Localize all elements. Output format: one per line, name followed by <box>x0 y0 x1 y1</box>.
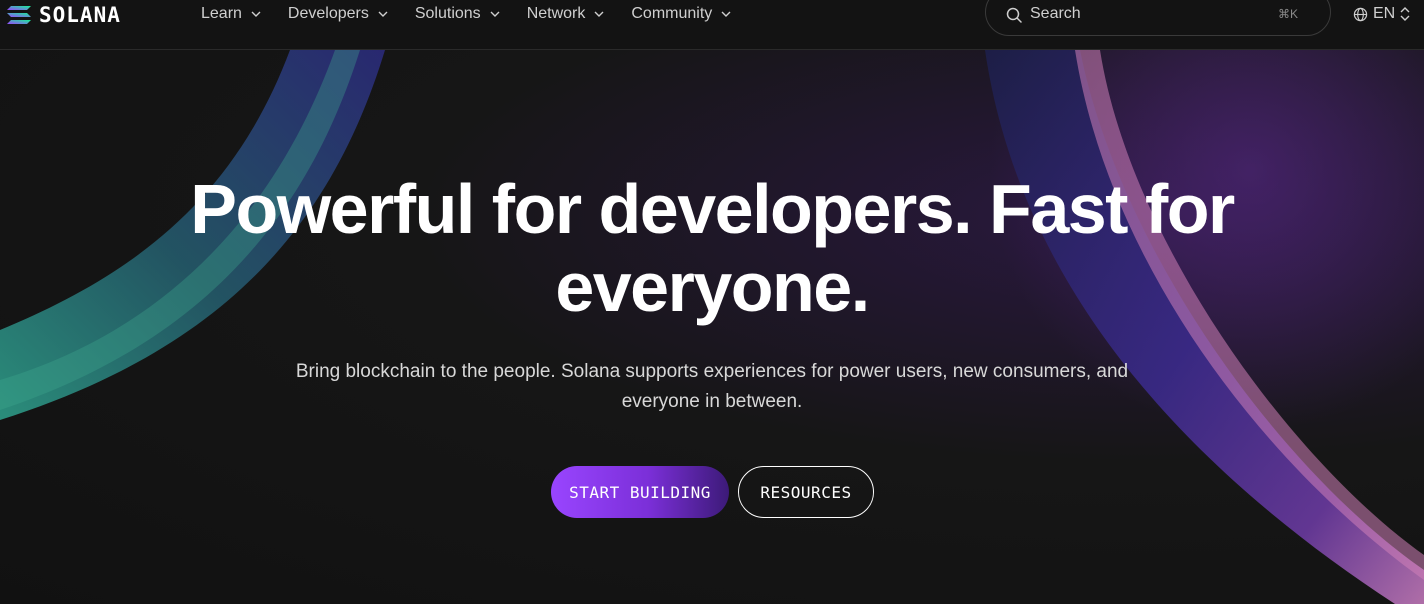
nav-item-learn[interactable]: Learn <box>201 5 261 23</box>
hero-section: Powerful for developers. Fast for everyo… <box>0 50 1424 604</box>
nav-item-label: Network <box>526 5 586 22</box>
hero-headline: Powerful for developers. Fast for everyo… <box>190 170 1235 326</box>
nav-item-label: Learn <box>201 5 242 22</box>
nav-item-label: Community <box>631 5 713 22</box>
chevron-down-icon <box>490 11 500 17</box>
chevron-down-icon <box>594 11 604 17</box>
chevron-down-icon <box>721 11 731 17</box>
solana-logo[interactable]: SOLANA <box>7 3 121 27</box>
search-shortcut: ⌘K <box>1277 7 1298 21</box>
chevron-down-icon <box>378 11 388 17</box>
search-input[interactable]: Search ⌘K <box>985 0 1331 36</box>
globe-icon <box>1353 7 1368 21</box>
nav-item-network[interactable]: Network <box>527 5 605 23</box>
resources-button[interactable]: RESOURCES <box>738 466 874 518</box>
nav-item-label: Solutions <box>414 5 481 22</box>
nav-item-label: Developers <box>287 5 369 22</box>
search-placeholder: Search <box>1030 5 1081 22</box>
brand-name: SOLANA <box>39 3 121 27</box>
top-navigation: SOLANA Learn Developers Solutions Networ… <box>0 0 1424 50</box>
nav-item-community[interactable]: Community <box>631 5 731 23</box>
solana-logo-icon <box>7 6 31 24</box>
nav-item-solutions[interactable]: Solutions <box>415 5 500 23</box>
start-building-button[interactable]: START BUILDING <box>551 466 729 518</box>
main-menu: Learn Developers Solutions Network Commu… <box>201 0 758 28</box>
search-icon <box>1006 7 1022 23</box>
hero-subtitle: Bring blockchain to the people. Solana s… <box>295 361 1129 412</box>
hero-background-rings <box>0 50 1424 604</box>
chevron-down-icon <box>251 11 261 17</box>
nav-item-developers[interactable]: Developers <box>288 5 388 23</box>
language-label: EN <box>1373 5 1396 22</box>
up-down-chevron-icon <box>1400 7 1410 21</box>
language-selector[interactable]: EN <box>1353 5 1410 23</box>
